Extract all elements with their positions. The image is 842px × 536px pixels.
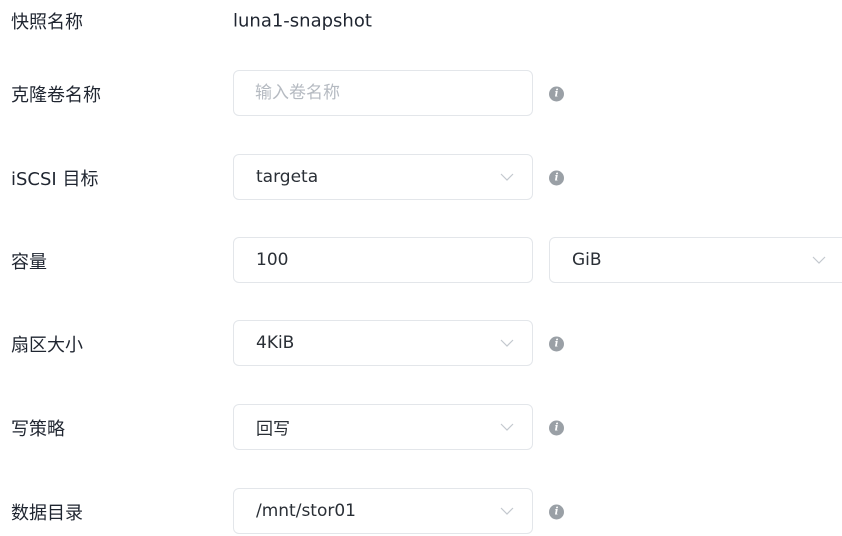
write-policy-row: 写策略 回写 i [0, 404, 842, 452]
sector-size-selected: 4KiB [256, 333, 295, 353]
chevron-down-icon [500, 339, 514, 347]
iscsi-target-row: iSCSI 目标 targeta i [0, 154, 842, 202]
data-directory-select[interactable]: /mnt/stor01 [233, 488, 533, 534]
info-icon[interactable]: i [549, 504, 564, 520]
snapshot-name-value: luna1-snapshot [233, 10, 372, 32]
write-policy-label: 写策略 [11, 419, 65, 440]
capacity-label: 容量 [11, 252, 47, 273]
capacity-unit-select[interactable]: GiB [549, 237, 842, 283]
snapshot-name-label: 快照名称 [11, 12, 83, 33]
chevron-down-icon [500, 423, 514, 431]
sector-size-select[interactable]: 4KiB [233, 320, 533, 366]
capacity-field[interactable]: 100 [233, 237, 533, 283]
capacity-row: 容量 100 GiB [0, 237, 842, 285]
info-icon[interactable]: i [549, 170, 564, 186]
iscsi-target-select[interactable]: targeta [233, 154, 533, 200]
iscsi-target-label: iSCSI 目标 [11, 169, 99, 190]
capacity-unit-selected: GiB [572, 250, 602, 270]
write-policy-select[interactable]: 回写 [233, 404, 533, 450]
chevron-down-icon [812, 256, 826, 264]
info-icon[interactable]: i [549, 336, 564, 352]
info-icon[interactable]: i [549, 420, 564, 436]
capacity-value: 100 [256, 250, 289, 270]
data-directory-selected: /mnt/stor01 [256, 501, 356, 521]
snapshot-name-row: 快照名称 luna1-snapshot [0, 0, 842, 45]
write-policy-selected: 回写 [256, 419, 290, 440]
chevron-down-icon [500, 173, 514, 181]
clone-volume-name-label: 克隆卷名称 [11, 85, 101, 106]
chevron-down-icon [500, 507, 514, 515]
iscsi-target-selected: targeta [256, 167, 319, 187]
data-directory-label: 数据目录 [11, 503, 83, 524]
clone-volume-name-field[interactable] [233, 70, 533, 116]
data-directory-row: 数据目录 /mnt/stor01 i [0, 488, 842, 536]
sector-size-row: 扇区大小 4KiB i [0, 320, 842, 368]
sector-size-label: 扇区大小 [11, 335, 83, 356]
clone-volume-name-row: 克隆卷名称 i [0, 70, 842, 118]
info-icon[interactable]: i [549, 86, 564, 102]
clone-volume-name-input[interactable] [255, 71, 515, 115]
